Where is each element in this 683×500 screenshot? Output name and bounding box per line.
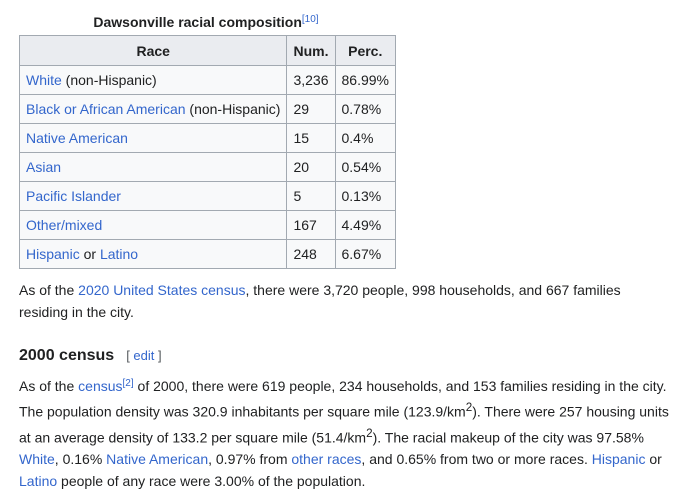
race-cell: Asian: [18, 152, 288, 182]
race-qualifier: (non-Hispanic): [185, 101, 281, 117]
perc-cell: 0.13%: [334, 181, 396, 211]
caption-reference-link[interactable]: [10]: [302, 14, 319, 25]
census-2000-paragraph: As of the census[2] of 2000, there were …: [19, 375, 671, 492]
race-column-header: Race: [18, 35, 288, 66]
race-cell: White (non-Hispanic): [18, 65, 288, 95]
table-row: Native American 15 0.4%: [18, 123, 396, 153]
other-races-link[interactable]: other races: [291, 451, 361, 467]
perc-column-header: Perc.: [334, 35, 396, 66]
race-cell: Pacific Islander: [18, 181, 288, 211]
race-cell: Other/mixed: [18, 210, 288, 240]
hispanic-link[interactable]: Hispanic: [592, 451, 646, 467]
race-cell: Black or African American (non-Hispanic): [18, 94, 288, 124]
table-row: White (non-Hispanic) 3,236 86.99%: [18, 65, 396, 95]
num-cell: 5: [286, 181, 336, 211]
perc-cell: 0.54%: [334, 152, 396, 182]
white-link[interactable]: White: [19, 451, 55, 467]
edit-section-control: [ edit ]: [126, 348, 161, 363]
race-link[interactable]: Asian: [26, 159, 61, 175]
native-american-link[interactable]: Native American: [106, 451, 208, 467]
perc-cell: 4.49%: [334, 210, 396, 240]
racial-composition-table: Race Num. Perc. White (non-Hispanic) 3,2…: [18, 35, 396, 269]
race-link[interactable]: Other/mixed: [26, 217, 102, 233]
num-cell: 248: [286, 239, 336, 269]
table-row: Asian 20 0.54%: [18, 152, 396, 182]
table-caption: Dawsonville racial composition[10]: [19, 12, 393, 32]
text-span: As of the: [19, 282, 79, 298]
table-row: Pacific Islander 5 0.13%: [18, 181, 396, 211]
text-span: people of any race were 3.00% of the pop…: [57, 473, 366, 490]
text-span: or: [645, 451, 662, 468]
caption-text: Dawsonville racial composition: [93, 14, 302, 30]
race-connector: or: [79, 246, 100, 262]
census-link[interactable]: census: [78, 378, 122, 394]
text-span: ). The racial makeup of the city was 97.…: [372, 429, 644, 446]
race-link[interactable]: Pacific Islander: [26, 188, 121, 204]
reference-link[interactable]: [2]: [123, 378, 134, 389]
perc-cell: 86.99%: [334, 65, 396, 95]
perc-cell: 0.4%: [334, 123, 396, 153]
section-title: 2000 census: [19, 347, 115, 364]
num-cell: 15: [286, 123, 336, 153]
table-row: Hispanic or Latino 248 6.67%: [18, 239, 396, 269]
bracket-close: ]: [154, 348, 162, 363]
perc-cell: 6.67%: [334, 239, 396, 269]
table-row: Black or African American (non-Hispanic)…: [18, 94, 396, 124]
num-cell: 167: [286, 210, 336, 240]
num-cell: 3,236: [286, 65, 336, 95]
section-heading-2000-census: 2000 census [ edit ]: [19, 343, 162, 369]
race-link[interactable]: White: [26, 72, 62, 88]
edit-link[interactable]: edit: [133, 348, 154, 363]
race-link[interactable]: Black or African American: [26, 101, 186, 117]
race-link[interactable]: Native American: [26, 130, 128, 146]
text-span: , and 0.65% from two or more races.: [361, 451, 592, 468]
race-qualifier: (non-Hispanic): [61, 72, 157, 88]
latino-link[interactable]: Latino: [19, 473, 57, 489]
census-2020-paragraph: As of the 2020 United States census, the…: [19, 279, 671, 323]
perc-cell: 0.78%: [334, 94, 396, 124]
race-link-hispanic[interactable]: Hispanic: [26, 246, 80, 262]
num-cell: 20: [286, 152, 336, 182]
race-link-latino[interactable]: Latino: [100, 246, 138, 262]
2020-census-link[interactable]: 2020 United States census: [78, 282, 245, 298]
race-cell: Native American: [18, 123, 288, 153]
text-span: , 0.97% from: [208, 451, 292, 468]
num-cell: 29: [286, 94, 336, 124]
table-row: Other/mixed 167 4.49%: [18, 210, 396, 240]
text-span: , 0.16%: [54, 451, 107, 468]
table-header-row: Race Num. Perc.: [18, 35, 396, 66]
num-column-header: Num.: [286, 35, 336, 66]
race-cell: Hispanic or Latino: [18, 239, 288, 269]
text-span: As of the: [19, 378, 79, 394]
